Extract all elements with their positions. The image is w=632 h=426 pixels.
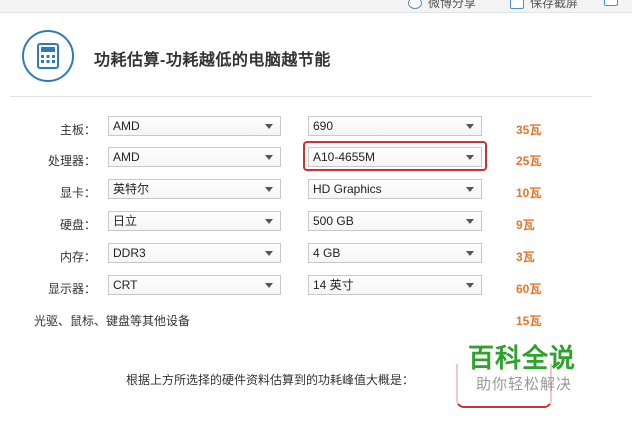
share-label: 微博分享: [428, 0, 477, 10]
gpu-brand-select[interactable]: 英特尔: [108, 179, 281, 199]
chevron-down-icon: [466, 283, 474, 288]
chevron-down-icon: [265, 219, 273, 224]
chevron-down-icon: [466, 124, 474, 129]
row-label-motherboard: 主板: [32, 121, 96, 138]
row-label-gpu: 显卡: [32, 184, 96, 201]
chevron-down-icon: [466, 187, 474, 192]
watt-monitor: 60瓦: [516, 282, 542, 296]
chevron-down-icon: [265, 187, 273, 192]
select-value: 英特尔: [113, 182, 150, 196]
watt-gpu: 10瓦: [516, 186, 542, 200]
page-title: 功耗估算-功耗越低的电脑越节能: [94, 52, 331, 69]
chevron-down-icon: [265, 283, 273, 288]
peripherals-label: 光驱、鼠标、键盘等其他设备: [34, 314, 191, 328]
disk-brand-select[interactable]: 日立: [108, 211, 281, 231]
watt-disk: 9瓦: [516, 218, 535, 232]
gpu-model-select[interactable]: HD Graphics: [308, 179, 482, 199]
watt-peripherals: 15瓦: [516, 314, 542, 328]
divider: [10, 96, 592, 97]
chevron-down-icon: [466, 251, 474, 256]
select-value: AMD: [113, 150, 140, 164]
watt-memory: 3瓦: [516, 250, 535, 264]
disk-size-select[interactable]: 500 GB: [308, 211, 482, 231]
screenshot-icon: [510, 0, 524, 9]
calculator-badge: [22, 30, 74, 82]
watt-motherboard: 35瓦: [516, 123, 542, 137]
summary-label: 根据上方所选择的硬件资料估算到的功耗峰值大概是：: [126, 373, 415, 387]
chevron-down-icon: [265, 155, 273, 160]
select-value: HD Graphics: [313, 182, 382, 196]
row-label-memory: 内存: [32, 248, 96, 265]
grid-icon: [604, 0, 618, 6]
memory-type-select[interactable]: DDR3: [108, 243, 281, 263]
calculator-icon: [37, 43, 59, 69]
screenshot-button[interactable]: 保存截屏: [510, 0, 578, 11]
highlight-frame: [303, 141, 487, 171]
monitor-type-select[interactable]: CRT: [108, 275, 281, 295]
watt-cpu: 25瓦: [516, 154, 542, 168]
motherboard-model-select[interactable]: 690: [308, 116, 482, 136]
select-value: 500 GB: [313, 214, 354, 228]
select-value: CRT: [113, 278, 138, 292]
row-label-disk: 硬盘: [32, 216, 96, 233]
share-button[interactable]: 微博分享: [408, 0, 476, 11]
share-icon: [408, 0, 422, 9]
monitor-size-select[interactable]: 14 英寸: [308, 275, 482, 295]
chevron-down-icon: [466, 219, 474, 224]
watermark-title: 百科全说: [468, 343, 577, 373]
screenshot-label: 保存截屏: [530, 0, 579, 10]
memory-size-select[interactable]: 4 GB: [308, 243, 482, 263]
select-value: 4 GB: [313, 246, 341, 260]
select-value: 14 英寸: [313, 278, 354, 292]
chevron-down-icon: [265, 251, 273, 256]
row-label-cpu: 处理器: [32, 152, 96, 169]
top-toolbar: 微博分享 保存截屏: [0, 0, 632, 13]
watermark-subtitle: 助你轻松解决: [476, 376, 573, 393]
cpu-brand-select[interactable]: AMD: [108, 147, 281, 167]
chevron-down-icon: [265, 124, 273, 129]
select-value: 690: [313, 119, 334, 133]
select-value: 日立: [113, 214, 138, 228]
more-button[interactable]: [604, 0, 618, 6]
row-label-monitor: 显示器: [32, 280, 96, 297]
select-value: AMD: [113, 119, 140, 133]
select-value: DDR3: [113, 246, 146, 260]
motherboard-brand-select[interactable]: AMD: [108, 116, 281, 136]
